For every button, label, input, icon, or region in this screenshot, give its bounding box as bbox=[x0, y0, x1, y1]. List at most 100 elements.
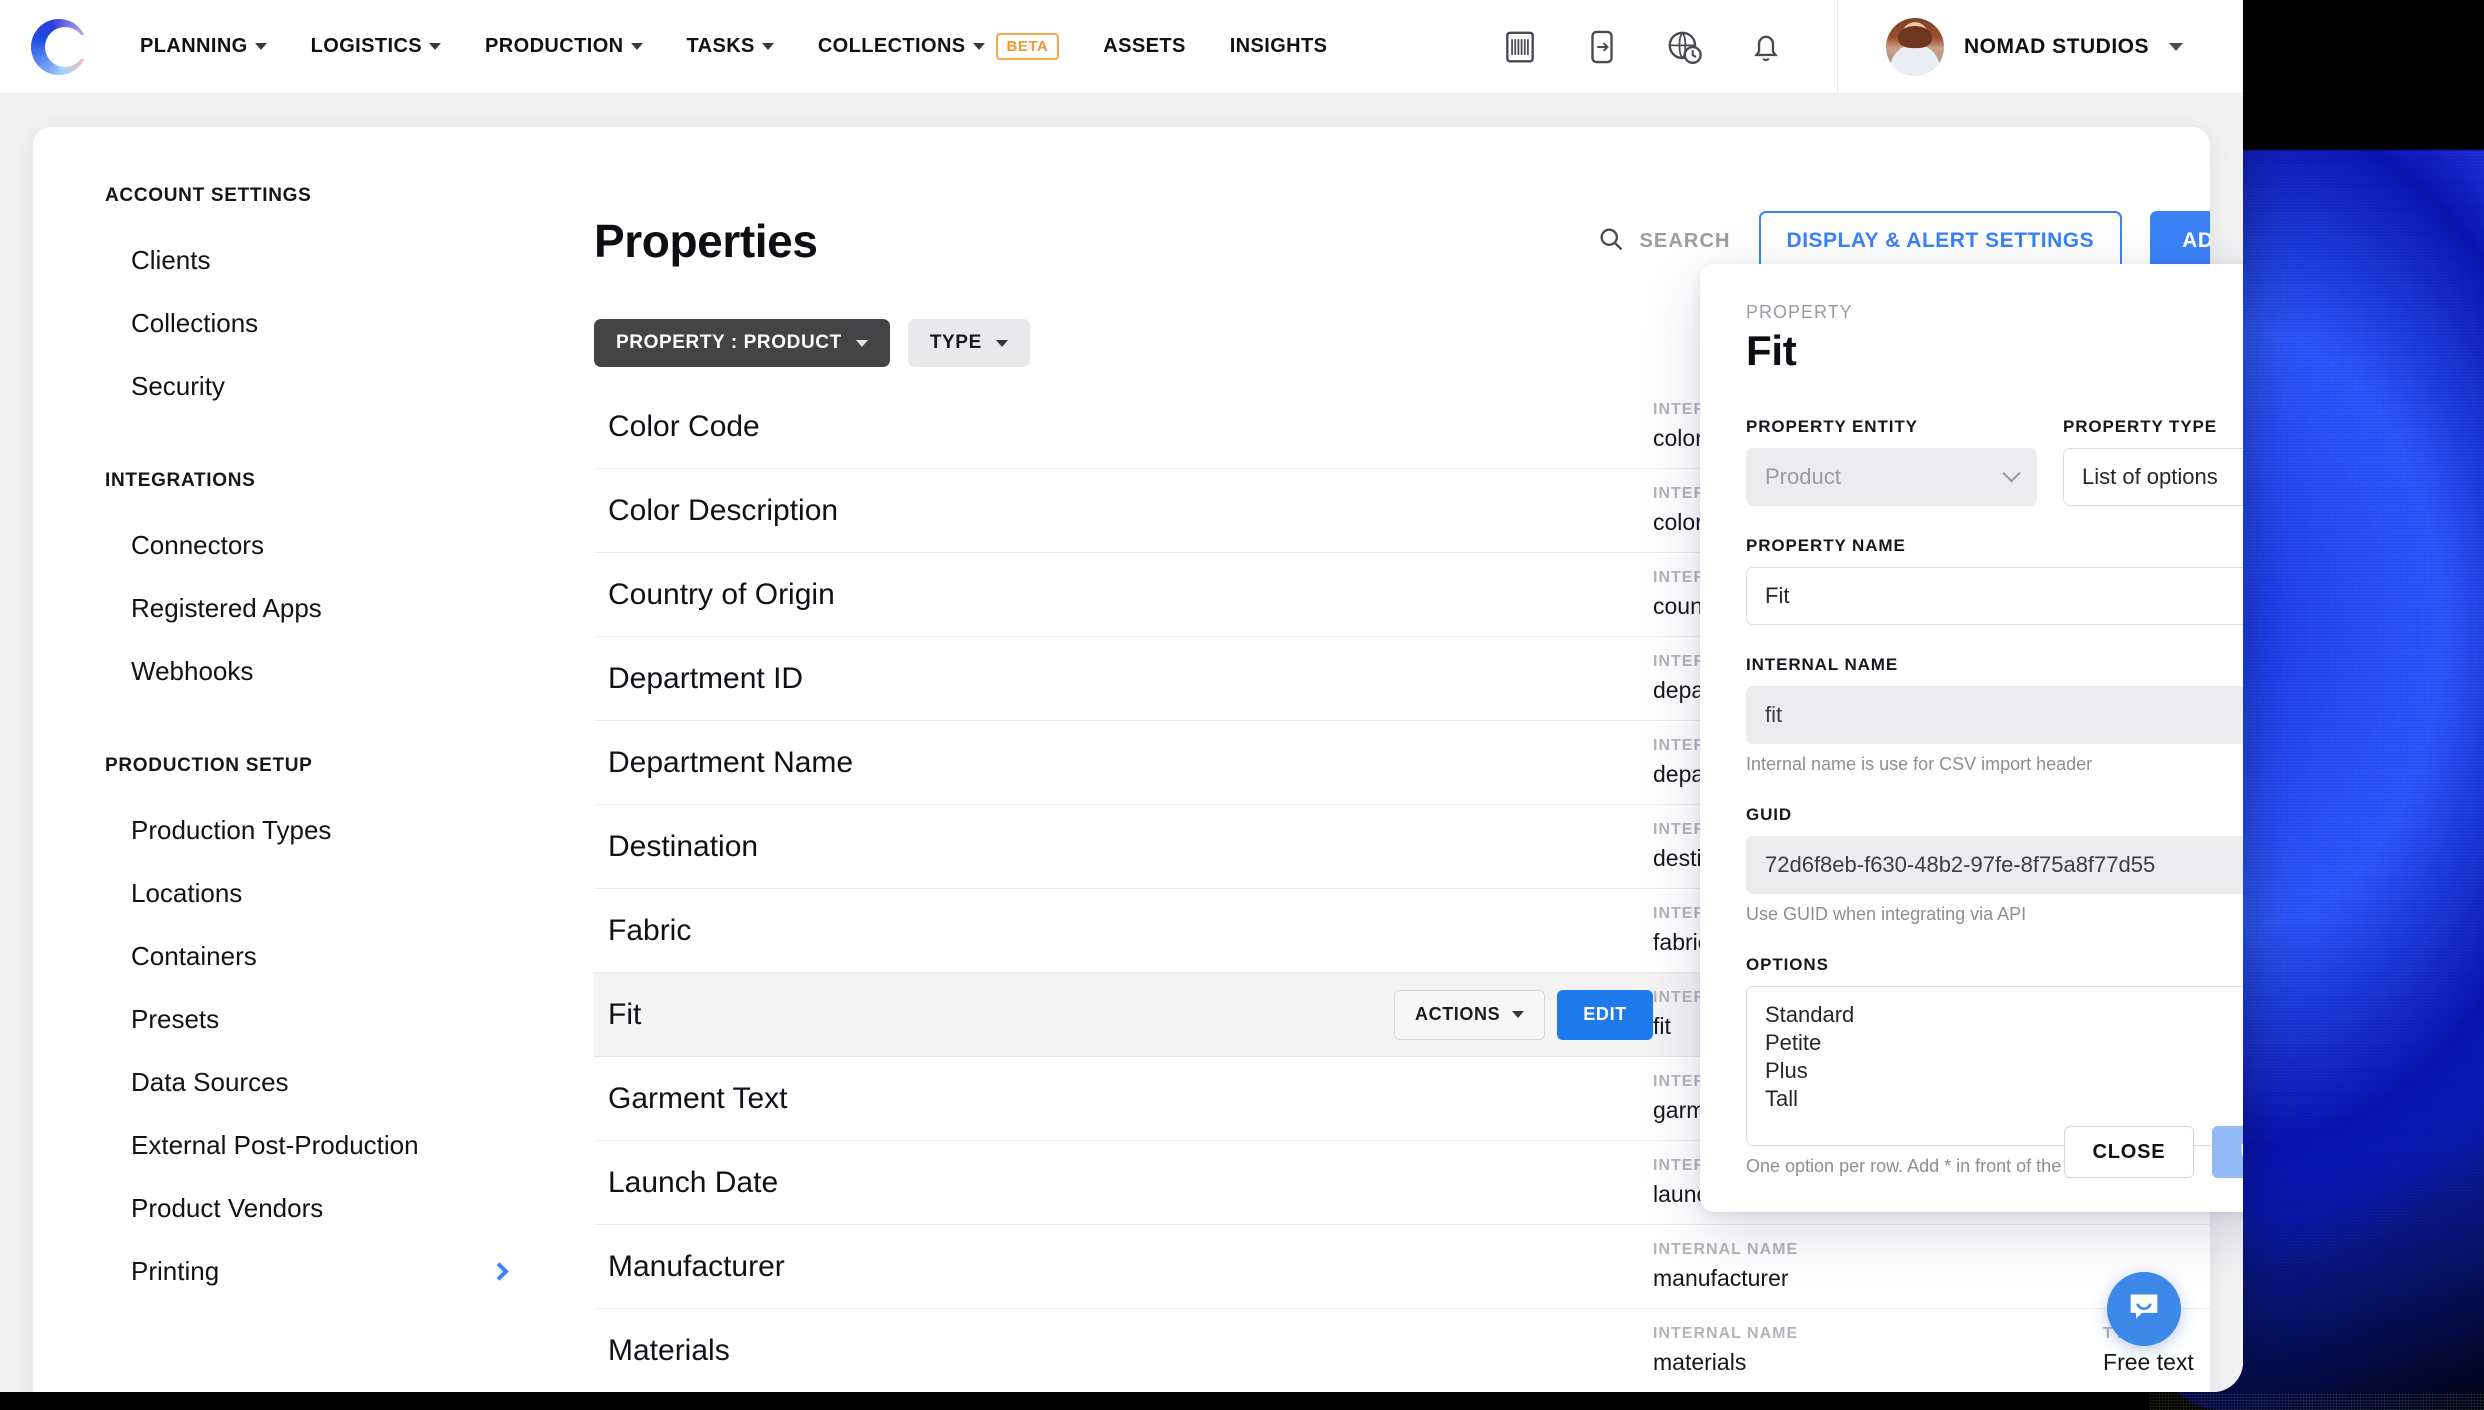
property-name-label: PROPERTY NAME bbox=[1746, 536, 2243, 556]
property-name: Fabric bbox=[594, 914, 1114, 948]
chevron-down-icon bbox=[1512, 1011, 1524, 1018]
nav-item-collections[interactable]: COLLECTIONS BETA bbox=[796, 23, 1081, 70]
options-textarea[interactable]: Standard Petite Plus Tall bbox=[1746, 986, 2243, 1146]
property-name: Color Description bbox=[594, 494, 1114, 528]
sidebar-item-label: Presets bbox=[131, 1004, 219, 1035]
sidebar-item-collections[interactable]: Collections bbox=[33, 292, 578, 355]
chevron-down-icon bbox=[2002, 464, 2020, 482]
modal-footer: CLOSE UPDATE bbox=[1700, 1126, 2243, 1178]
sidebar-item-registered-apps[interactable]: Registered Apps bbox=[33, 577, 578, 640]
sidebar-item-external-post-production[interactable]: External Post-Production bbox=[33, 1114, 578, 1177]
sidebar-item-locations[interactable]: Locations bbox=[33, 862, 578, 925]
sidebar-item-security[interactable]: Security bbox=[33, 355, 578, 418]
modal-kicker: PROPERTY bbox=[1746, 302, 2243, 323]
sidebar-item-label: Connectors bbox=[131, 530, 264, 561]
property-name: Department Name bbox=[594, 746, 1114, 780]
sidebar-group-production-setup: PRODUCTION SETUP Production Types Locati… bbox=[33, 755, 578, 1303]
beta-badge: BETA bbox=[996, 33, 1060, 60]
sidebar-item-label: Clients bbox=[131, 245, 210, 276]
nav-item-production[interactable]: PRODUCTION bbox=[463, 25, 664, 68]
page-header: Properties SEARCH DISPLAY & ALERT SETTIN… bbox=[578, 211, 2210, 271]
nav-item-planning[interactable]: PLANNING bbox=[118, 25, 289, 68]
intercom-chat-icon bbox=[2124, 1287, 2164, 1332]
internal-name-label: INTERNAL NAME bbox=[1653, 1325, 2103, 1343]
edit-button[interactable]: EDIT bbox=[1557, 990, 1653, 1040]
sidebar-group-title: INTEGRATIONS bbox=[33, 470, 578, 492]
nav-label: INSIGHTS bbox=[1230, 35, 1328, 58]
close-button[interactable]: CLOSE bbox=[2064, 1126, 2195, 1178]
property-type-select[interactable]: List of options bbox=[2063, 448, 2243, 506]
table-row[interactable]: Materials INTERNAL NAME materials TYPE F… bbox=[594, 1309, 2210, 1392]
chevron-right-icon bbox=[490, 1262, 508, 1280]
property-entity-select: Product bbox=[1746, 448, 2037, 506]
sidebar-item-label: Registered Apps bbox=[131, 593, 322, 624]
sidebar-item-label: Security bbox=[131, 371, 225, 402]
chevron-down-icon bbox=[856, 340, 868, 347]
property-name: Destination bbox=[594, 830, 1114, 864]
globe-clock-icon[interactable] bbox=[1665, 28, 1703, 66]
nav-item-insights[interactable]: INSIGHTS bbox=[1208, 25, 1350, 68]
internal-name-input: fit bbox=[1746, 686, 2243, 744]
sidebar-group-integrations: INTEGRATIONS Connectors Registered Apps … bbox=[33, 470, 578, 703]
actions-label: ACTIONS bbox=[1415, 1004, 1500, 1025]
row-action-group: ACTIONS EDIT bbox=[1394, 990, 1653, 1040]
page-title: Properties bbox=[594, 214, 818, 268]
internal-name-value: manufacturer bbox=[1653, 1265, 2103, 1292]
guid-label: GUID bbox=[1746, 805, 2243, 825]
sidebar-item-data-sources[interactable]: Data Sources bbox=[33, 1051, 578, 1114]
mobile-scan-icon[interactable] bbox=[1583, 28, 1621, 66]
brand-logo[interactable] bbox=[0, 19, 118, 75]
sidebar-item-containers[interactable]: Containers bbox=[33, 925, 578, 988]
nav-label: PLANNING bbox=[140, 35, 248, 58]
property-type-label: PROPERTY TYPE bbox=[2063, 417, 2243, 437]
property-entity-label: PROPERTY ENTITY bbox=[1746, 417, 2037, 437]
modal-title: Fit bbox=[1746, 327, 2243, 375]
sidebar-group-account-settings: ACCOUNT SETTINGS Clients Collections Sec… bbox=[33, 185, 578, 418]
search-placeholder: SEARCH bbox=[1639, 230, 1730, 253]
guid-field: GUID 72d6f8eb-f630-48b2-97fe-8f75a8f77d5… bbox=[1746, 805, 2243, 925]
property-name: Fit bbox=[594, 998, 1114, 1032]
internal-name-cell: INTERNAL NAME materials bbox=[1653, 1325, 2103, 1376]
internal-name-label: INTERNAL NAME bbox=[1653, 1241, 2103, 1259]
table-row[interactable]: Manufacturer INTERNAL NAME manufacturer bbox=[594, 1225, 2210, 1309]
search-input[interactable]: SEARCH bbox=[1597, 225, 1730, 258]
barcode-icon[interactable] bbox=[1501, 28, 1539, 66]
actions-button[interactable]: ACTIONS bbox=[1394, 990, 1545, 1040]
sidebar-item-label: Printing bbox=[131, 1256, 219, 1287]
display-alert-settings-button[interactable]: DISPLAY & ALERT SETTINGS bbox=[1759, 211, 2123, 271]
nav-item-assets[interactable]: ASSETS bbox=[1081, 25, 1207, 68]
logo-icon bbox=[31, 19, 87, 75]
nav-item-logistics[interactable]: LOGISTICS bbox=[289, 25, 463, 68]
top-navbar: PLANNING LOGISTICS PRODUCTION TASKS COLL… bbox=[0, 0, 2243, 94]
sidebar-item-product-vendors[interactable]: Product Vendors bbox=[33, 1177, 578, 1240]
sidebar-item-label: Webhooks bbox=[131, 656, 253, 687]
primary-nav: PLANNING LOGISTICS PRODUCTION TASKS COLL… bbox=[118, 23, 1349, 70]
bell-icon[interactable] bbox=[1747, 28, 1785, 66]
update-button: UPDATE bbox=[2212, 1126, 2243, 1178]
filter-property-product[interactable]: PROPERTY : PRODUCT bbox=[594, 319, 890, 367]
nav-icon-group bbox=[1501, 28, 1837, 66]
filter-label: PROPERTY : PRODUCT bbox=[616, 332, 842, 354]
property-name: Materials bbox=[594, 1334, 1114, 1368]
guid-wrapper: 72d6f8eb-f630-48b2-97fe-8f75a8f77d55 bbox=[1746, 836, 2243, 894]
sidebar-item-presets[interactable]: Presets bbox=[33, 988, 578, 1051]
account-name: NOMAD STUDIOS bbox=[1964, 35, 2149, 59]
sidebar-item-webhooks[interactable]: Webhooks bbox=[33, 640, 578, 703]
add-property-button[interactable]: ADD PROPERTY bbox=[2150, 211, 2210, 271]
property-name: Department ID bbox=[594, 662, 1114, 696]
sidebar-item-production-types[interactable]: Production Types bbox=[33, 799, 578, 862]
nav-item-tasks[interactable]: TASKS bbox=[665, 25, 796, 68]
sidebar-item-label: External Post-Production bbox=[131, 1130, 419, 1161]
property-name-input[interactable]: Fit bbox=[1746, 567, 2243, 625]
sidebar-item-connectors[interactable]: Connectors bbox=[33, 514, 578, 577]
options-label: OPTIONS bbox=[1746, 955, 2243, 975]
account-menu[interactable]: NOMAD STUDIOS bbox=[1838, 18, 2243, 76]
property-name: Manufacturer bbox=[594, 1250, 1114, 1284]
sidebar-item-clients[interactable]: Clients bbox=[33, 229, 578, 292]
property-entity-value: Product bbox=[1765, 464, 1841, 490]
filter-type[interactable]: TYPE bbox=[908, 319, 1030, 367]
property-edit-modal: PROPERTY Fit PROPERTY ENTITY Product PRO… bbox=[1700, 264, 2243, 1212]
chevron-down-icon bbox=[762, 43, 774, 50]
sidebar-item-printing[interactable]: Printing bbox=[33, 1240, 578, 1303]
intercom-chat-button[interactable] bbox=[2107, 1272, 2181, 1346]
